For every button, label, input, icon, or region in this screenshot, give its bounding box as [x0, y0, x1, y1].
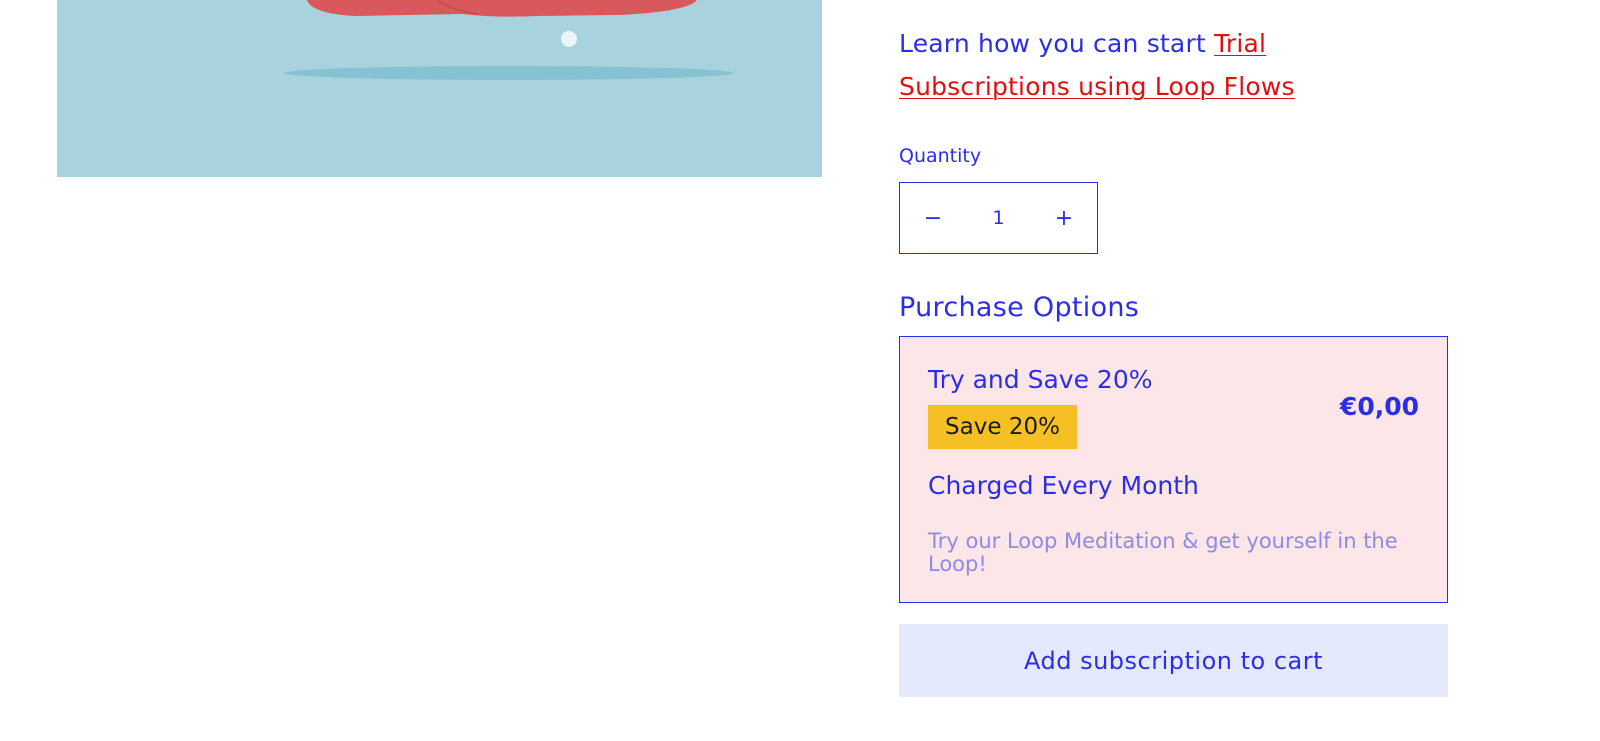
product-illustration: [284, 0, 734, 80]
billing-frequency: Charged Every Month: [928, 471, 1199, 500]
product-image: [57, 0, 822, 177]
product-shadow: [284, 66, 734, 80]
learn-more-text: Learn how you can start Trial Subscripti…: [899, 22, 1419, 108]
add-to-cart-button[interactable]: Add subscription to cart: [899, 624, 1448, 697]
product-shape: [307, 0, 697, 17]
discount-badge: Save 20%: [928, 405, 1077, 449]
product-page: Learn how you can start Trial Subscripti…: [0, 0, 1600, 741]
quantity-decrease-button[interactable]: −: [900, 183, 966, 253]
carousel-dot[interactable]: [561, 31, 577, 47]
quantity-input[interactable]: [968, 207, 1029, 229]
option-price: €0,00: [1339, 392, 1419, 421]
quantity-stepper: − +: [899, 182, 1098, 254]
quantity-increase-button[interactable]: +: [1031, 183, 1097, 253]
option-name: Try and Save 20%: [928, 365, 1153, 394]
purchase-option-card[interactable]: Try and Save 20% Save 20% €0,00 Charged …: [899, 336, 1448, 603]
quantity-label: Quantity: [899, 145, 982, 167]
learn-more-prefix: Learn how you can start: [899, 29, 1215, 58]
option-description: Try our Loop Meditation & get yourself i…: [928, 529, 1398, 576]
purchase-options-title: Purchase Options: [899, 292, 1140, 323]
